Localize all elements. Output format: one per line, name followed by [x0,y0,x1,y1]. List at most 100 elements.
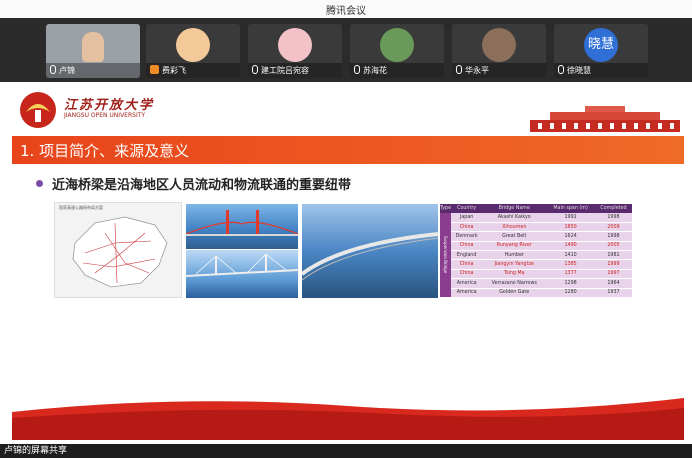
participant-name: 建工院吕宛容 [261,66,309,75]
user-icon [150,65,159,74]
table-cell-country: China [451,269,483,280]
bullet-point: 近海桥梁是沿海地区人员流动和物流联通的重要纽带 [36,174,351,193]
mic-icon [354,65,360,74]
table-cell-name: Runyang River [482,241,547,252]
section-title: 1. 项目简介、来源及意义 [20,142,190,160]
participant-name: 华永平 [465,66,489,75]
avatar: 晓慧 [584,28,618,62]
screen-share-bar: 卢锦的屏幕共享 [0,444,692,458]
china-highway-map: 国家高速公路网布局方案 [54,202,182,298]
bullet-icon [36,180,43,187]
table-cell-country: China [451,222,483,233]
table-header: Country [451,204,483,213]
table-header: Completed [594,204,632,213]
table-cell-name: Tsing Ma [482,269,547,280]
mic-icon [252,65,258,74]
participant-name: 徐晓慧 [567,66,591,75]
table-cell-country: America [451,278,483,289]
table-row: America Golden Gate 1280 1937 [440,288,632,298]
map-graphic [72,216,168,288]
participant-name: 苏海花 [363,66,387,75]
table-row: Denmark Great Belt 1624 1998 [440,231,632,242]
table-cell-name: Verrazano Narrows [482,278,547,289]
table-header: Main span (m) [546,204,595,213]
bridge-photo-1 [185,204,299,249]
table-cell-year: 2005 [594,241,632,252]
table-cell-country: Denmark [451,231,483,242]
slide-footer-wave [12,398,684,440]
table-cell-country: Japan [451,213,483,223]
participant-name: 卢锦 [59,66,75,75]
table-cell-country: China [451,259,483,270]
table-cell-name: Golden Gate [482,288,547,298]
table-cell-year: 1937 [594,288,632,298]
avatar [278,28,312,62]
table-cell-country: England [451,250,483,261]
participant-tile-3[interactable]: 建工院吕宛容 [248,24,342,78]
table-cell-span: 1298 [546,278,595,289]
building-illustration [530,106,680,132]
table-cell-country: China [451,241,483,252]
window-title: 腾讯会议 [326,6,366,17]
bridge-photo-3 [300,204,439,298]
table-cell-name: Humber [482,250,547,261]
table-cell-span: 1650 [546,222,595,233]
avatar [176,28,210,62]
table-row: America Verrazano Narrows 1298 1964 [440,278,632,289]
participant-tile-2[interactable]: 费彩飞 [146,24,240,78]
table-row: China Xihoumen 1650 2009 [440,222,632,233]
bridge-photo-2 [185,250,299,298]
bridge-span-table: Type Country Bridge Name Main span (m) C… [440,204,632,298]
table-cell-name: Akashi Kaikyo [482,213,547,223]
table-cell-span: 1377 [546,269,595,280]
screen-share-label: 卢锦的屏幕共享 [4,446,68,456]
avatar [482,28,516,62]
camera-feed [82,32,104,62]
bullet-text: 近海桥梁是沿海地区人员流动和物流联通的重要纽带 [52,178,352,193]
table-row: China Tsing Ma 1377 1997 [440,269,632,280]
table-row: China Jiangyin Yangtze 1385 1999 [440,259,632,270]
table-cell-name: Great Belt [482,231,547,242]
mic-icon [558,65,564,74]
mic-icon [456,65,462,74]
university-name-en: JIANGSU OPEN UNIVERSITY [64,112,146,119]
table-cell-country: America [451,288,483,298]
table-cell-span: 1385 [546,259,595,270]
participant-tile-6[interactable]: 晓慧 徐晓慧 [554,24,648,78]
table-cell-span: 1991 [546,213,595,223]
table-cell-span: 1410 [546,250,595,261]
shared-slide: 江苏开放大学 JIANGSU OPEN UNIVERSITY 1. 项目简介、来… [12,84,684,440]
table-row: China Runyang River 1490 2005 [440,241,632,252]
table-cell-year: 1999 [594,259,632,270]
participant-strip: 卢锦 费彩飞 建工院吕宛容 苏海花 华永平 晓慧 徐晓慧 [0,18,692,82]
table-cell-name: Jiangyin Yangtze [482,259,547,270]
participant-tile-1[interactable]: 卢锦 [46,24,140,78]
table-cell-year: 1964 [594,278,632,289]
table-row: England Humber 1410 1981 [440,250,632,261]
table-row: Suspension Bridge Japan Akashi Kaikyo 1991 1… [440,213,632,298]
table-cell-year: 2009 [594,222,632,233]
avatar [380,28,414,62]
table-cell-span: 1280 [546,288,595,298]
table-cell-year: 1998 [594,213,632,223]
avatar-initials: 晓慧 [587,37,614,52]
table-cell-span: 1624 [546,231,595,242]
table-header: Type [440,204,452,213]
title-bar: 腾讯会议 [0,0,692,18]
table-cell-year: 1981 [594,250,632,261]
participant-tile-5[interactable]: 华永平 [452,24,546,78]
participant-tile-4[interactable]: 苏海花 [350,24,444,78]
table-header-row: Type Country Bridge Name Main span (m) C… [440,204,632,213]
table-header: Bridge Name [482,204,547,213]
section-title-bar: 1. 项目简介、来源及意义 [12,136,684,164]
map-caption: 国家高速公路网布局方案 [59,205,103,210]
university-name-cn: 江苏开放大学 [64,98,155,113]
table-cell-year: 1998 [594,231,632,242]
slide-header: 江苏开放大学 JIANGSU OPEN UNIVERSITY [12,84,684,132]
table-cell-year: 1997 [594,269,632,280]
mic-icon [50,65,56,74]
participant-name: 费彩飞 [162,66,186,75]
table-cell-span: 1490 [546,241,595,252]
table-body: Suspension Bridge Japan Akashi Kaikyo 1991 1… [440,213,632,298]
table-side-label: Suspension Bridge [440,213,452,298]
